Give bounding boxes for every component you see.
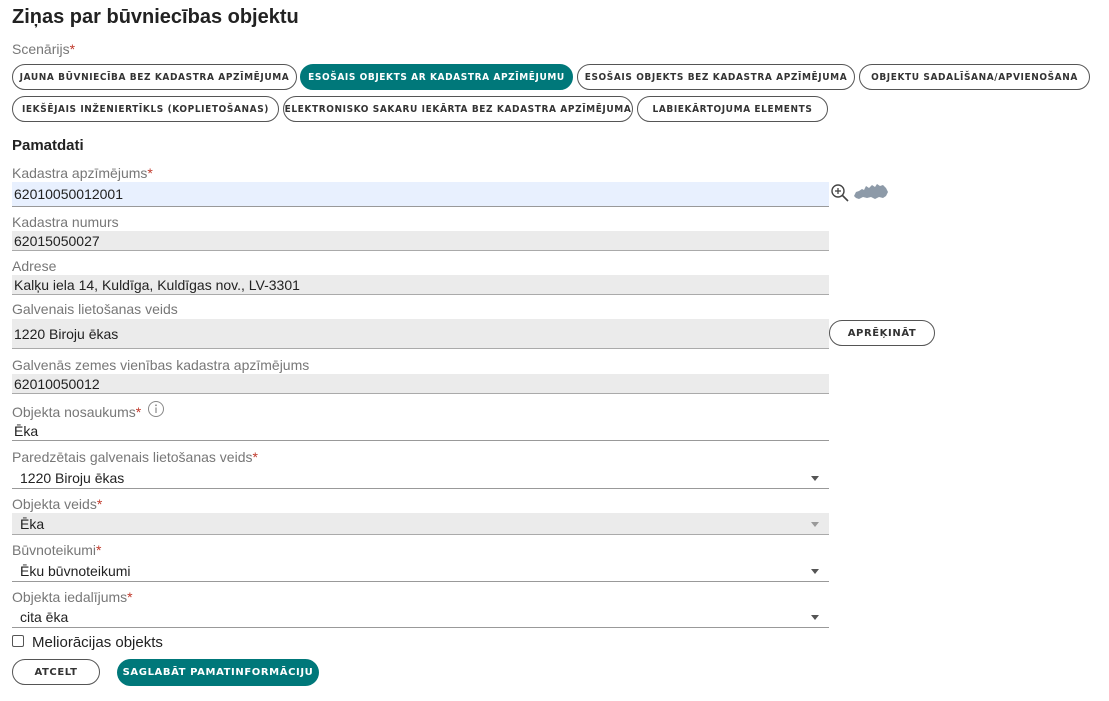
objekta-iedalijums-select[interactable]: cita ēka [12,606,829,628]
chevron-down-icon [811,521,819,527]
objekta-veids-select[interactable]: Ēka [12,513,829,535]
chevron-down-icon [811,475,819,481]
page-title: Ziņas par būvniecības objektu [12,6,299,28]
info-icon[interactable] [147,400,165,418]
scenario-electronic-comms-button[interactable]: ELEKTRONISKO SAKARU IEKĀRTA BEZ KADASTRA… [283,96,633,122]
melioracijas-label[interactable]: Meliorācijas objekts [32,634,163,651]
objekta-nosaukums-label: Objekta nosaukums* [12,404,142,420]
objekta-iedalijums-value: cita ēka [20,608,69,625]
kadastra-numurs-value: 62015050027 [12,231,829,251]
zoom-in-icon[interactable] [830,183,850,203]
scenario-split-merge-button[interactable]: OBJEKTU SADALĪŠANA/APVIENOŠANA [859,64,1090,90]
aprekinat-button[interactable]: APRĒĶINĀT [829,320,935,346]
objekta-nosaukums-input[interactable]: Ēka [12,422,829,441]
zemes-vienibas-value: 62010050012 [12,374,829,394]
zemes-vienibas-label: Galvenās zemes vienības kadastra apzīmēj… [12,357,310,373]
adrese-value: Kalķu iela 14, Kuldīga, Kuldīgas nov., L… [12,275,829,295]
latvia-map-icon[interactable] [853,182,889,202]
chevron-down-icon [811,614,819,620]
buvnoteikumi-value: Ēku būvnoteikumi [20,562,131,579]
chevron-down-icon [811,568,819,574]
paredzetais-veids-select[interactable]: 1220 Biroju ēkas [12,467,829,489]
buvnoteikumi-select[interactable]: Ēku būvnoteikumi [12,560,829,582]
scenario-new-construction-button[interactable]: JAUNA BŪVNIECĪBA BEZ KADASTRA APZĪMĒJUMA [12,64,297,90]
melioracijas-checkbox[interactable] [12,635,24,647]
scenario-existing-with-cadastre-button[interactable]: ESOŠAIS OBJEKTS AR KADASTRA APZĪMĒJUMU [300,64,573,90]
buvnoteikumi-label: Būvnoteikumi* [12,542,102,558]
paredzetais-veids-value: 1220 Biroju ēkas [20,469,125,486]
cancel-button[interactable]: ATCELT [12,659,100,685]
galvenais-lietosanas-veids-label: Galvenais lietošanas veids [12,301,178,317]
paredzetais-veids-label: Paredzētais galvenais lietošanas veids* [12,449,258,465]
objekta-veids-value: Ēka [20,515,45,532]
adrese-label: Adrese [12,258,57,274]
objekta-veids-label: Objekta veids* [12,496,103,512]
scenario-existing-without-cadastre-button[interactable]: ESOŠAIS OBJEKTS BEZ KADASTRA APZĪMĒJUMA [577,64,855,90]
kadastra-numurs-label: Kadastra numurs [12,214,119,230]
kadastra-apzimejums-label: Kadastra apzīmējums* [12,165,153,181]
scenario-landscaping-button[interactable]: LABIEKĀRTOJUMA ELEMENTS [637,96,828,122]
kadastra-apzimejums-input[interactable]: 62010050012001 [12,182,829,207]
section-title: Pamatdati [12,137,84,154]
save-button[interactable]: SAGLABĀT PAMATINFORMĀCIJU [117,659,319,686]
scenario-internal-network-button[interactable]: IEKŠĒJAIS INŽENIERTĪKLS (KOPLIETOŠANAS) [12,96,279,122]
objekta-iedalijums-label: Objekta iedalījums* [12,589,133,605]
scenario-label: Scenārijs* [12,41,76,57]
galvenais-lietosanas-veids-value: 1220 Biroju ēkas [12,319,829,349]
